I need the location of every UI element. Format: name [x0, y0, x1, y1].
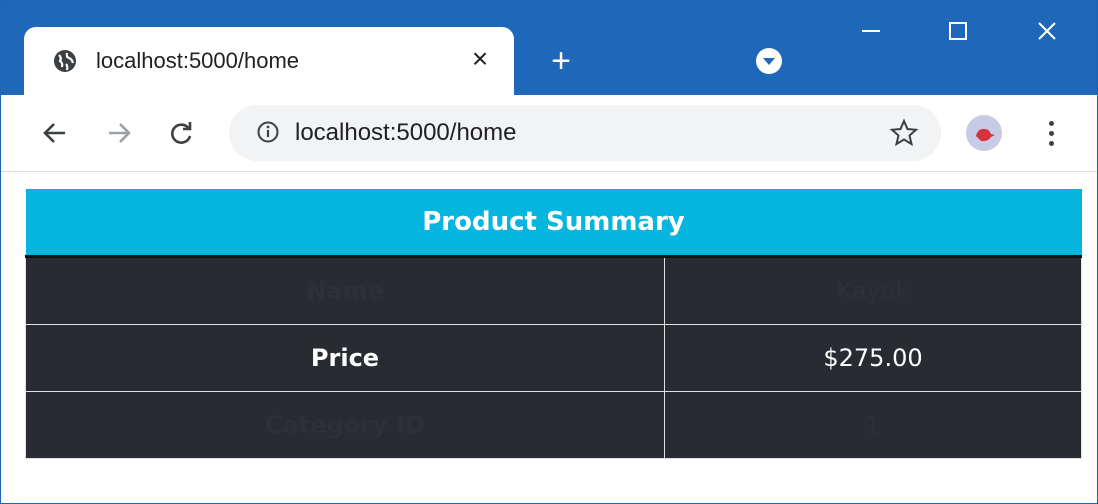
tab-search-icon[interactable]: [756, 48, 782, 74]
minimize-icon[interactable]: [841, 1, 901, 61]
row-value: 1: [664, 391, 1082, 459]
browser-tab[interactable]: localhost:5000/home ×: [24, 27, 514, 95]
info-icon[interactable]: [257, 121, 279, 143]
page-content: Product Summary Name Kayak Price $275.00…: [1, 172, 1097, 503]
maximize-icon[interactable]: [928, 1, 988, 61]
url-text[interactable]: localhost:5000/home: [295, 119, 516, 147]
close-window-icon[interactable]: [1017, 1, 1077, 61]
table-row: Name Kayak: [25, 256, 1082, 325]
row-value: $275.00: [664, 324, 1082, 392]
new-tab-button[interactable]: +: [541, 41, 581, 81]
table-header: Product Summary: [25, 189, 1082, 258]
browser-window: localhost:5000/home × + localhost:5000/h…: [0, 0, 1098, 504]
forward-arrow-icon[interactable]: [99, 113, 139, 153]
reload-icon[interactable]: [161, 113, 201, 153]
tab-title: localhost:5000/home: [96, 48, 300, 73]
row-label: Name: [25, 256, 665, 325]
table-row: Price $275.00: [25, 324, 1082, 392]
row-label: Category ID: [25, 391, 665, 459]
back-arrow-icon[interactable]: [35, 113, 75, 153]
table-row: Category ID 1: [25, 391, 1082, 459]
close-tab-icon[interactable]: ×: [462, 41, 498, 77]
bird-icon: [976, 128, 995, 142]
product-summary-table: Product Summary Name Kayak Price $275.00…: [25, 189, 1082, 459]
row-label: Price: [25, 324, 665, 392]
menu-kebab-icon[interactable]: [1041, 115, 1061, 151]
globe-icon: [54, 50, 76, 72]
title-bar: localhost:5000/home × +: [1, 1, 1097, 95]
row-value: Kayak: [664, 256, 1082, 325]
address-bar[interactable]: localhost:5000/home: [229, 105, 941, 161]
browser-toolbar: localhost:5000/home: [1, 95, 1097, 172]
bookmark-star-icon[interactable]: [889, 118, 919, 148]
profile-avatar[interactable]: [966, 115, 1002, 151]
